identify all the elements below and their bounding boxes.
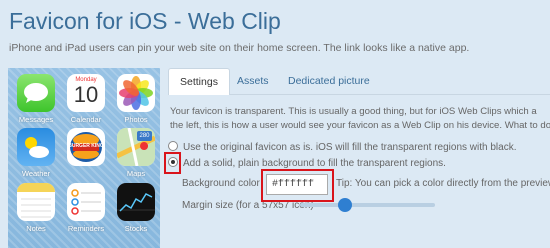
app-reminders: Reminders	[64, 183, 108, 233]
photos-icon	[117, 74, 155, 112]
app-website-favicon: BURGER KING	[64, 128, 108, 169]
burger-king-logo-icon: BURGER KING	[67, 128, 105, 166]
transparency-description: Your favicon is transparent. This is usu…	[170, 105, 550, 133]
app-label: Calendar	[70, 115, 102, 124]
maps-icon: 280	[117, 128, 155, 166]
description-line: Your favicon is transparent. This is usu…	[170, 106, 537, 117]
app-label: Notes	[26, 224, 46, 233]
settings-panel: Your favicon is transparent. This is usu…	[168, 95, 550, 248]
maps-badge: 280	[139, 133, 150, 139]
app-label: Maps	[126, 169, 146, 178]
option-solid-background[interactable]: Add a solid, plain background to fill th…	[168, 157, 446, 169]
tab-settings[interactable]: Settings	[168, 68, 230, 96]
logo-text: BURGER KING	[68, 143, 104, 149]
app-label: Reminders	[67, 224, 105, 233]
app-label: Photos	[124, 115, 148, 124]
app-notes: Notes	[14, 183, 58, 233]
radio-original-favicon[interactable]	[168, 141, 178, 151]
app-weather: Weather	[14, 128, 58, 178]
background-color-label: Background color	[182, 178, 260, 189]
app-photos: Photos	[114, 74, 158, 124]
margin-size-slider[interactable]	[300, 203, 435, 207]
highlight-box-radio	[164, 152, 181, 174]
page-title: Favicon for iOS - Web Clip	[9, 8, 281, 34]
tab-assets[interactable]: Assets	[226, 68, 280, 94]
reminders-icon	[67, 183, 105, 221]
tab-bar: Settings Assets Dedicated picture	[168, 68, 550, 96]
option-original-favicon[interactable]: Use the original favicon as is. iOS will…	[168, 141, 516, 153]
margin-size-slider-thumb[interactable]	[337, 198, 352, 212]
highlight-box-color-input	[261, 169, 334, 202]
option-solid-label: Add a solid, plain background to fill th…	[183, 158, 446, 169]
weather-icon	[17, 128, 55, 166]
app-label: Weather	[21, 169, 51, 178]
ios-home-screen-preview[interactable]: Messages Monday 10 Calendar Photos Weath…	[8, 68, 160, 248]
app-label: Messages	[18, 115, 54, 124]
app-label: Stocks	[124, 224, 148, 233]
messages-icon	[17, 74, 55, 112]
page-subtitle: iPhone and iPad users can pin your web s…	[9, 42, 470, 54]
color-tip: Tip: You can pick a color directly from …	[336, 178, 550, 189]
option-original-label: Use the original favicon as is. iOS will…	[183, 142, 517, 153]
stocks-icon	[117, 183, 155, 221]
app-messages: Messages	[14, 74, 58, 124]
tab-dedicated-picture[interactable]: Dedicated picture	[277, 68, 381, 94]
app-stocks: Stocks	[114, 183, 158, 233]
description-line: the left, this is how a user would see y…	[170, 120, 550, 131]
calendar-day: 10	[73, 82, 99, 107]
calendar-icon: Monday 10	[67, 74, 105, 112]
notes-icon	[17, 183, 55, 221]
app-maps: 280 Maps	[114, 128, 158, 178]
app-calendar: Monday 10 Calendar	[64, 74, 108, 124]
